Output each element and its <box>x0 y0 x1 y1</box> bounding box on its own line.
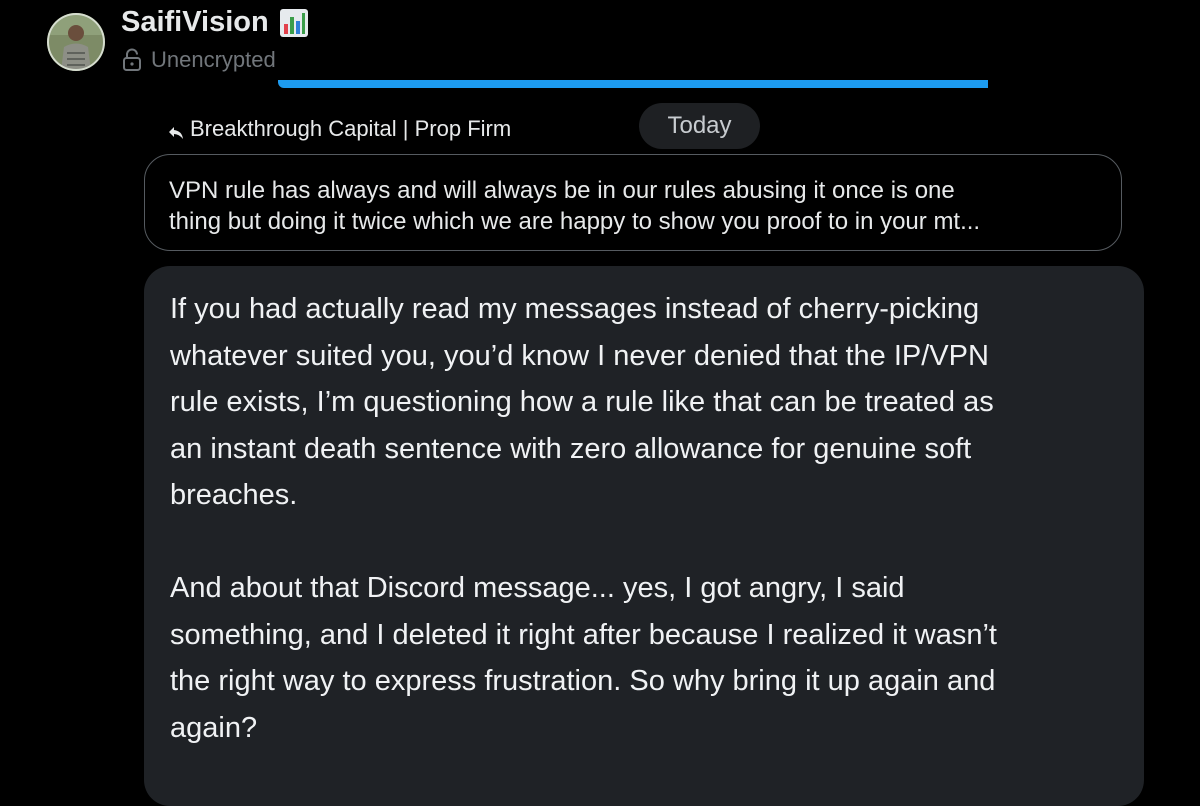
message-line: the right way to express frustration. So… <box>170 665 996 697</box>
reply-context[interactable]: Breakthrough Capital | Prop Firm <box>168 116 511 142</box>
lock-open-icon <box>121 48 143 72</box>
reply-to-label: Breakthrough Capital | Prop Firm <box>190 116 512 141</box>
message-line: breaches. <box>170 479 298 511</box>
user-name-text: SaifiVision <box>121 6 269 38</box>
encryption-status: Unencrypted <box>121 47 276 73</box>
message-bubble[interactable]: If you had actually read my messages ins… <box>144 266 1144 806</box>
message-line: And about that Discord message... yes, I… <box>170 572 905 604</box>
quoted-message-line: thing but doing it twice which we are ha… <box>169 208 981 235</box>
conversation-header: SaifiVision Unencrypted <box>0 0 1200 90</box>
avatar[interactable] <box>47 13 105 71</box>
load-progress-bar <box>278 80 1200 88</box>
quoted-message-line: VPN rule has always and will always be i… <box>169 177 955 204</box>
message-line: again? <box>170 711 258 744</box>
date-separator: Today <box>639 103 760 149</box>
message-line: an instant death sentence with zero allo… <box>170 432 972 465</box>
message-line: If you had actually read my messages ins… <box>170 293 980 325</box>
quoted-message[interactable]: VPN rule has always and will always be i… <box>144 154 1122 251</box>
encryption-status-text: Unencrypted <box>151 47 276 72</box>
message-line: rule exists, I’m questioning how a rule … <box>170 386 994 418</box>
load-progress-fill <box>278 80 988 88</box>
user-name[interactable]: SaifiVision <box>121 6 309 39</box>
bar-chart-icon <box>279 8 309 38</box>
message-line: whatever suited you, you’d know I never … <box>170 339 989 372</box>
message-line: something, and I deleted it right after … <box>170 618 997 651</box>
reply-arrow-icon <box>168 121 184 139</box>
